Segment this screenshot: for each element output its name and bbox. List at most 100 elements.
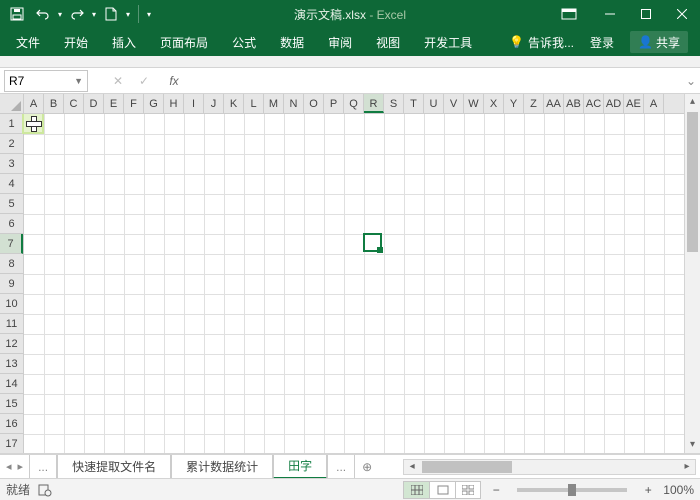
tab-developer[interactable]: 开发工具 (412, 28, 484, 56)
new-dropdown-icon[interactable]: ▾ (126, 10, 130, 19)
col-header-B[interactable]: B (44, 94, 64, 113)
hscroll-thumb[interactable] (422, 461, 512, 473)
zoom-out-icon[interactable]: − (489, 483, 503, 497)
tab-insert[interactable]: 插入 (100, 28, 148, 56)
horizontal-scrollbar[interactable]: ◂ ▸ (403, 459, 696, 475)
col-header-J[interactable]: J (204, 94, 224, 113)
maximize-button[interactable] (628, 0, 664, 28)
vscroll-thumb[interactable] (687, 112, 698, 252)
col-header-AA[interactable]: AA (544, 94, 564, 113)
sheet-tab-2[interactable]: 田字 (273, 455, 327, 479)
undo-icon[interactable] (32, 3, 54, 25)
tab-data[interactable]: 数据 (268, 28, 316, 56)
col-header-AB[interactable]: AB (564, 94, 584, 113)
col-header-Q[interactable]: Q (344, 94, 364, 113)
row-header-14[interactable]: 14 (0, 374, 23, 394)
view-normal-icon[interactable] (403, 481, 429, 499)
formula-bar[interactable] (190, 70, 682, 92)
redo-icon[interactable] (66, 3, 88, 25)
col-header-Z[interactable]: Z (524, 94, 544, 113)
tab-nav-next-icon[interactable]: ▸ (18, 460, 24, 473)
col-header-I[interactable]: I (184, 94, 204, 113)
qat-customize-icon[interactable]: ▾ (147, 10, 151, 19)
col-header-AD[interactable]: AD (604, 94, 624, 113)
view-pagelayout-icon[interactable] (429, 481, 455, 499)
expand-formula-icon[interactable]: ⌄ (682, 74, 700, 88)
close-button[interactable] (664, 0, 700, 28)
col-header-A[interactable]: A (644, 94, 664, 113)
scroll-down-icon[interactable]: ▾ (685, 437, 700, 453)
col-header-Y[interactable]: Y (504, 94, 524, 113)
cancel-formula-icon[interactable]: ✕ (106, 70, 130, 92)
col-header-K[interactable]: K (224, 94, 244, 113)
row-header-10[interactable]: 10 (0, 294, 23, 314)
save-icon[interactable] (6, 3, 28, 25)
col-header-E[interactable]: E (104, 94, 124, 113)
col-header-S[interactable]: S (384, 94, 404, 113)
undo-dropdown-icon[interactable]: ▾ (58, 10, 62, 19)
sheet-tab-more[interactable]: ... (327, 455, 355, 479)
accept-formula-icon[interactable]: ✓ (132, 70, 156, 92)
scroll-right-icon[interactable]: ▸ (679, 460, 695, 474)
col-header-H[interactable]: H (164, 94, 184, 113)
tab-nav-prev-icon[interactable]: ◂ (6, 460, 12, 473)
zoom-level[interactable]: 100% (663, 483, 694, 497)
select-all-corner[interactable] (0, 94, 24, 113)
scroll-up-icon[interactable]: ▴ (685, 94, 700, 110)
col-header-P[interactable]: P (324, 94, 344, 113)
col-header-U[interactable]: U (424, 94, 444, 113)
col-header-AE[interactable]: AE (624, 94, 644, 113)
row-header-1[interactable]: 1 (0, 114, 23, 134)
tell-me[interactable]: 💡告诉我... (501, 28, 582, 56)
col-header-N[interactable]: N (284, 94, 304, 113)
add-sheet-icon[interactable]: ⊕ (355, 460, 379, 474)
row-header-3[interactable]: 3 (0, 154, 23, 174)
col-header-R[interactable]: R (364, 94, 384, 113)
col-header-V[interactable]: V (444, 94, 464, 113)
zoom-slider[interactable] (517, 488, 627, 492)
sheet-tab-hidden[interactable]: ... (29, 455, 57, 479)
tab-file[interactable]: 文件 (4, 28, 52, 56)
minimize-button[interactable] (592, 0, 628, 28)
row-header-7[interactable]: 7 (0, 234, 23, 254)
view-pagebreak-icon[interactable] (455, 481, 481, 499)
col-header-X[interactable]: X (484, 94, 504, 113)
col-header-W[interactable]: W (464, 94, 484, 113)
active-cell[interactable] (363, 233, 382, 252)
tab-formulas[interactable]: 公式 (220, 28, 268, 56)
redo-dropdown-icon[interactable]: ▾ (92, 10, 96, 19)
col-header-C[interactable]: C (64, 94, 84, 113)
row-header-2[interactable]: 2 (0, 134, 23, 154)
col-header-D[interactable]: D (84, 94, 104, 113)
row-header-12[interactable]: 12 (0, 334, 23, 354)
row-header-17[interactable]: 17 (0, 434, 23, 453)
signin-button[interactable]: 登录 (582, 28, 622, 56)
zoom-in-icon[interactable]: + (641, 483, 655, 497)
name-box[interactable]: R7▼ (4, 70, 88, 92)
col-header-T[interactable]: T (404, 94, 424, 113)
row-header-11[interactable]: 11 (0, 314, 23, 334)
row-header-4[interactable]: 4 (0, 174, 23, 194)
row-header-16[interactable]: 16 (0, 414, 23, 434)
tab-view[interactable]: 视图 (364, 28, 412, 56)
col-header-M[interactable]: M (264, 94, 284, 113)
col-header-O[interactable]: O (304, 94, 324, 113)
row-header-13[interactable]: 13 (0, 354, 23, 374)
tab-home[interactable]: 开始 (52, 28, 100, 56)
macro-recorder-icon[interactable] (38, 483, 52, 497)
row-header-5[interactable]: 5 (0, 194, 23, 214)
namebox-dropdown-icon[interactable]: ▼ (74, 76, 83, 86)
col-header-AC[interactable]: AC (584, 94, 604, 113)
fx-icon[interactable]: fx (162, 70, 186, 92)
col-header-L[interactable]: L (244, 94, 264, 113)
sheet-tab-1[interactable]: 累计数据统计 (171, 455, 273, 479)
row-header-8[interactable]: 8 (0, 254, 23, 274)
scroll-left-icon[interactable]: ◂ (404, 460, 420, 474)
tab-review[interactable]: 审阅 (316, 28, 364, 56)
row-header-6[interactable]: 6 (0, 214, 23, 234)
ribbon-options-icon[interactable] (554, 3, 584, 25)
share-button[interactable]: 👤共享 (622, 28, 696, 56)
col-header-A[interactable]: A (24, 94, 44, 113)
new-doc-icon[interactable] (100, 3, 122, 25)
col-header-F[interactable]: F (124, 94, 144, 113)
